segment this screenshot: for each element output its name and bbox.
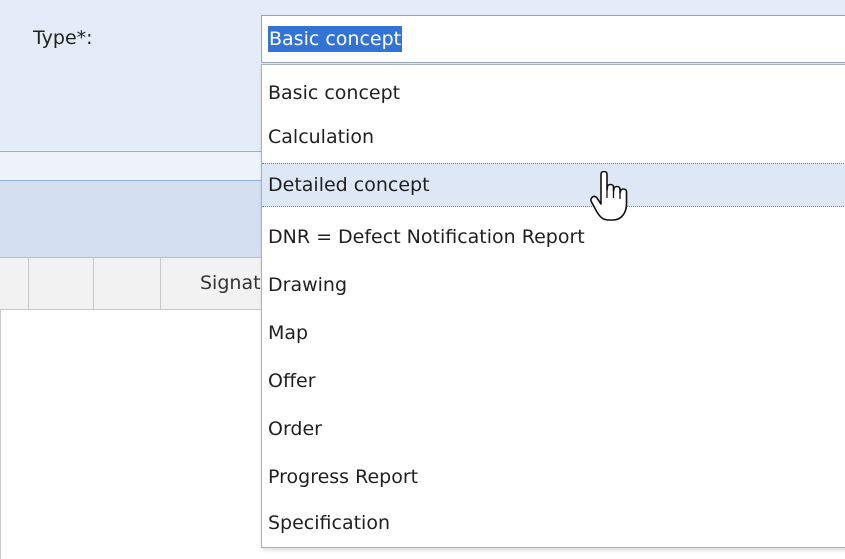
dropdown-option-order[interactable]: Order xyxy=(262,407,845,451)
type-label: Type*: xyxy=(33,27,93,49)
signature-column-header[interactable]: Signature xyxy=(200,272,261,294)
dropdown-option-specification[interactable]: Specification xyxy=(262,501,845,545)
dropdown-option-basic-concept[interactable]: Basic concept xyxy=(262,71,845,115)
type-combobox-value[interactable]: Basic concept xyxy=(268,26,403,52)
dropdown-option-drawing[interactable]: Drawing xyxy=(262,263,845,307)
type-combobox[interactable]: Basic concept xyxy=(261,15,845,63)
dropdown-option-map[interactable]: Map xyxy=(262,311,845,355)
dropdown-option-progress-report[interactable]: Progress Report xyxy=(262,455,845,499)
dropdown-option-offer[interactable]: Offer xyxy=(262,359,845,403)
hand-pointer-icon xyxy=(590,171,628,221)
type-dropdown-list: Basic concept Calculation Detailed conce… xyxy=(261,64,845,548)
dropdown-option-detailed-concept[interactable]: Detailed concept xyxy=(262,163,845,207)
dropdown-option-dnr[interactable]: DNR = Defect Notification Report xyxy=(262,215,845,259)
grid-column-header[interactable] xyxy=(94,258,161,309)
grid-column-header[interactable] xyxy=(29,258,94,309)
grid-column-header[interactable] xyxy=(0,258,29,309)
dropdown-option-calculation[interactable]: Calculation xyxy=(262,115,845,159)
